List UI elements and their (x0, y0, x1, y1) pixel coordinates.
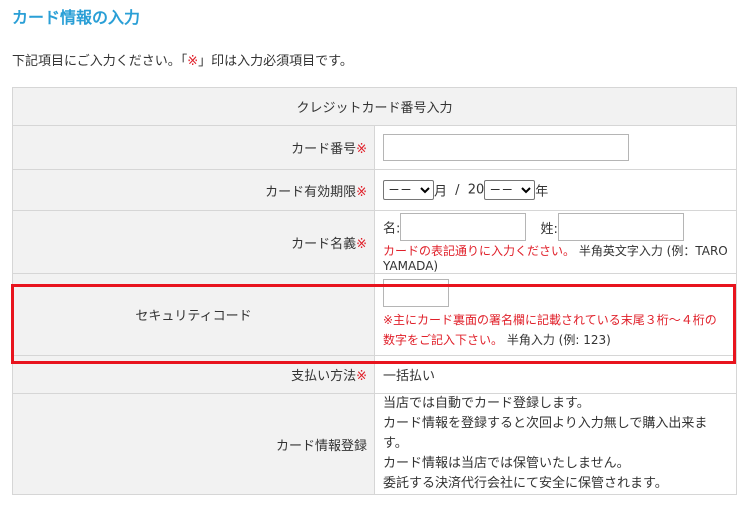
intro-before: 下記項目にご入力ください。「 (12, 54, 188, 69)
page-title: カード情報の入力 (12, 8, 141, 27)
card-number-cell (374, 125, 737, 170)
expiry-separator: / (455, 182, 460, 198)
row-card-number: カード番号※ (12, 125, 737, 170)
payment-method-label: 支払い方法※ (12, 355, 375, 394)
row-card-name: カード名義※ 名: 姓: カードの表記通りに入力ください。 半角英文字入力 (例… (12, 210, 737, 274)
security-code-label: セキュリティコード (12, 273, 375, 356)
registration-line: カード情報は当店では保管いたしません。 (383, 456, 630, 471)
first-name-label: 名: (383, 221, 401, 237)
row-expiry: カード有効期限※ －－ 月 / 20 －－ 年 (12, 169, 737, 211)
card-form-table: クレジットカード番号入力 カード番号※ カード有効期限※ －－ 月 / 20 －… (12, 87, 737, 495)
expiry-year-select[interactable]: －－ (484, 180, 536, 200)
required-mark: ※ (356, 369, 367, 384)
intro-after: 」印は入力必須項目です。 (198, 54, 353, 69)
row-card-registration: カード情報登録 当店では自動でカード登録します。 カード情報を登録すると次回より… (12, 393, 737, 495)
expiry-label: カード有効期限※ (12, 169, 375, 211)
card-registration-label: カード情報登録 (12, 393, 375, 495)
card-name-cell: 名: 姓: カードの表記通りに入力ください。 半角英文字入力 (例：TARO Y… (374, 210, 737, 274)
registration-line: 当店では自動でカード登録します。 (383, 396, 590, 411)
last-name-input[interactable] (557, 213, 684, 241)
expiry-month-select[interactable]: －－ (383, 180, 434, 200)
required-mark: ※ (356, 142, 367, 157)
card-name-label-text: カード名義 (291, 236, 357, 252)
card-name-label: カード名義※ (12, 210, 375, 274)
card-number-label-text: カード番号 (291, 142, 357, 157)
registration-line: カード情報を登録すると次回より入力無しで購入出来ます。 (383, 416, 708, 451)
security-code-input[interactable] (383, 279, 449, 307)
row-security-code: セキュリティコード ※主にカード裏面の署名欄に記載されている末尾３桁～４桁の数字… (12, 273, 737, 356)
required-mark: ※ (356, 236, 367, 252)
year-prefix: 20 (467, 182, 485, 198)
expiry-cell: －－ 月 / 20 －－ 年 (374, 169, 737, 211)
payment-method-label-text: 支払い方法 (291, 369, 357, 384)
last-name-label: 姓: (540, 221, 558, 237)
payment-method-value: 一括払い (374, 355, 737, 394)
row-payment-method: 支払い方法※ 一括払い (12, 355, 737, 394)
card-name-note-red: カードの表記通りに入力ください。 (383, 244, 576, 258)
registration-line: 委託する決済代行会社にて安全に保管されます。 (383, 476, 668, 491)
month-suffix: 月 (434, 184, 448, 200)
year-suffix: 年 (535, 184, 549, 200)
first-name-input[interactable] (400, 213, 527, 241)
security-code-note: 半角入力 (例: 123) (506, 333, 611, 347)
required-mark: ※ (356, 184, 367, 200)
intro-required-mark: ※ (187, 54, 199, 69)
security-code-cell: ※主にカード裏面の署名欄に記載されている末尾３桁～４桁の数字をご記入下さい。 半… (374, 273, 737, 356)
intro-text: 下記項目にご入力ください。「※」印は入力必須項目です。 (12, 50, 353, 69)
card-number-input[interactable] (383, 134, 629, 161)
form-header: クレジットカード番号入力 (12, 87, 737, 126)
card-number-label: カード番号※ (12, 125, 375, 170)
card-registration-text: 当店では自動でカード登録します。 カード情報を登録すると次回より入力無しで購入出… (374, 393, 737, 495)
expiry-label-text: カード有効期限 (265, 184, 357, 200)
